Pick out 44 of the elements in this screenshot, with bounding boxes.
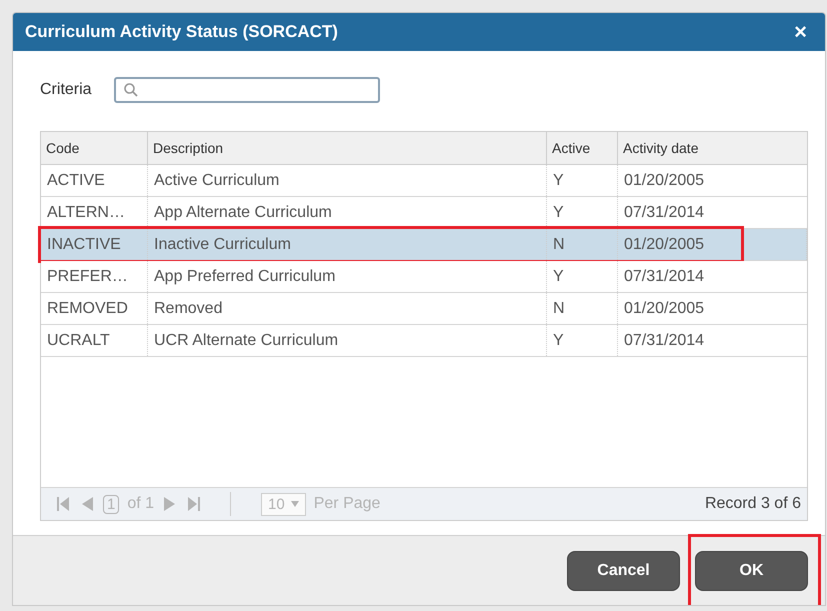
table-cell: Y [547,197,618,228]
page-count: of 1 [127,495,154,513]
table-cell: ACTIVE [41,165,148,196]
column-header[interactable]: Active [547,132,618,164]
close-button[interactable]: × [794,19,807,45]
criteria-label: Criteria [40,81,92,99]
table-cell: Inactive Curriculum [148,229,547,260]
search-field[interactable] [114,77,380,103]
table-cell-text: 01/20/2005 [623,170,706,190]
table-cell: INACTIVE [41,229,148,260]
table-cell: App Preferred Curriculum [148,261,547,292]
table-cell: UCRALT [41,325,148,356]
table-row[interactable]: ACTIVE Active Curriculum Y 01/20/2005 [41,165,807,197]
table-cell: 01/20/2005 [618,229,807,260]
table-cell: Removed [148,293,547,324]
search-icon [122,82,139,98]
column-header[interactable]: Code [41,132,148,164]
table-cell: N [547,229,618,260]
table-cell: Y [547,261,618,292]
dropdown-caret-icon [290,501,299,507]
table-cell: UCR Alternate Curriculum [148,325,547,356]
table-cell: Y [547,165,618,196]
table-row[interactable]: REMOVED Removed N 01/20/2005 [41,293,807,325]
table-cell-text: 07/31/2014 [623,266,706,286]
column-header[interactable]: Activity date [618,132,807,164]
table-cell: Y [547,325,618,356]
table-cell-text: 01/20/2005 [623,298,706,318]
record-count: Record 3 of 6 [704,495,801,513]
table-row[interactable]: PREFER… App Preferred Curriculum Y 07/31/2014 [41,261,807,293]
dialog-title: Curriculum Activity Status (SORCACT) [25,22,338,42]
table-row[interactable]: UCRALT UCR Alternate Curriculum Y 07/31/2014 [41,325,807,357]
table-cell: ALTERN… [41,197,148,228]
ok-button[interactable]: OK [695,550,808,590]
table-cell-text: 07/31/2014 [623,202,706,222]
table-cell: N [547,293,618,324]
cancel-button[interactable]: Cancel [567,550,680,590]
table-cell: Active Curriculum [148,165,547,196]
column-header[interactable]: Description [148,132,547,164]
table-cell: App Alternate Curriculum [148,197,547,228]
table-cell: REMOVED [41,293,148,324]
per-page-label: Per Page [314,495,380,513]
table-cell: PREFER… [41,261,148,292]
table-cell-text: 07/31/2014 [623,330,706,350]
table-row[interactable]: INACTIVE Inactive Curriculum N 01/20/2005 [41,229,807,261]
